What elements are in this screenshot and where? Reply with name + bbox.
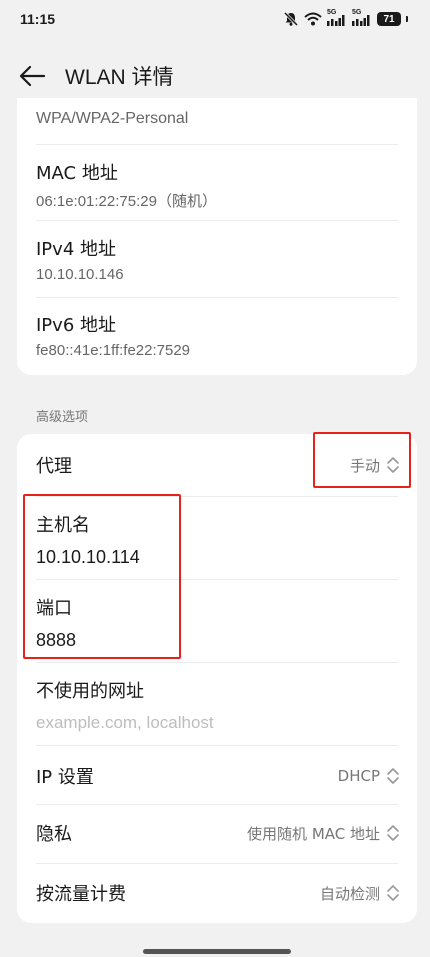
mac-address-label: MAC 地址: [36, 163, 118, 184]
ip-settings-label: IP 设置: [36, 767, 94, 788]
ipv6-address-label: IPv6 地址: [36, 315, 116, 336]
privacy-label: 隐私: [36, 824, 72, 845]
bypass-proxy-label: 不使用的网址: [36, 681, 144, 702]
ipv4-address-item: IPv4 地址 10.10.10.146: [36, 235, 398, 283]
divider: [36, 220, 398, 221]
cellular-signal-2-icon: 5G: [352, 9, 372, 26]
mac-address-item: MAC 地址 06:1e:01:22:75:29（随机）: [36, 159, 398, 211]
security-value: WPA/WPA2-Personal: [36, 110, 189, 127]
advanced-options-header: 高级选项: [36, 410, 89, 425]
ipv6-address-item: IPv6 地址 fe80::41e:1ff:fe22:7529: [36, 311, 398, 359]
up-down-chevron-icon: [387, 825, 399, 841]
proxy-label: 代理: [36, 456, 72, 477]
bypass-proxy-input[interactable]: example.com, localhost: [36, 713, 398, 733]
bypass-proxy-field[interactable]: 不使用的网址 example.com, localhost: [36, 677, 398, 733]
up-down-chevron-icon: [387, 768, 399, 784]
home-indicator[interactable]: [143, 949, 291, 954]
proxy-mode-highlight-box: [313, 432, 411, 488]
divider: [36, 297, 398, 298]
back-arrow-icon: [19, 65, 46, 87]
mute-bell-icon: [283, 11, 299, 27]
metered-label: 按流量计费: [36, 884, 126, 905]
signal-1-label: 5G: [327, 9, 337, 16]
divider: [36, 662, 398, 663]
back-button[interactable]: [12, 56, 52, 96]
ipv6-address-value: fe80::41e:1ff:fe22:7529: [36, 342, 191, 359]
cellular-signal-1-icon: 5G: [327, 9, 347, 26]
network-info-card: WPA/WPA2-Personal MAC 地址 06:1e:01:22:75:…: [17, 98, 417, 375]
ipv4-address-value: 10.10.10.146: [36, 266, 124, 283]
battery-icon: 71: [377, 12, 401, 26]
ip-settings-row[interactable]: IP 设置 DHCP: [36, 745, 400, 807]
signal-2-label: 5G: [352, 9, 362, 16]
metered-selector[interactable]: 自动检测: [320, 883, 400, 904]
hostname-port-highlight-box: [23, 494, 181, 659]
status-icons: 5G 5G 71: [283, 9, 408, 27]
status-time: 11:15: [20, 11, 56, 27]
privacy-value: 使用随机 MAC 地址: [247, 824, 380, 843]
page-title: WLAN 详情: [65, 66, 174, 89]
battery-tip: [406, 16, 408, 22]
ip-settings-value: DHCP: [337, 767, 380, 785]
ipv4-address-label: IPv4 地址: [36, 239, 116, 260]
privacy-row[interactable]: 隐私 使用随机 MAC 地址: [36, 804, 400, 862]
mac-address-value: 06:1e:01:22:75:29（随机）: [36, 193, 217, 210]
ip-settings-selector[interactable]: DHCP: [338, 766, 400, 786]
divider: [36, 144, 398, 145]
status-bar: 11:15 5G 5G 71: [0, 0, 430, 38]
metered-row[interactable]: 按流量计费 自动检测: [36, 863, 400, 923]
metered-value: 自动检测: [319, 884, 380, 903]
app-header: WLAN 详情: [0, 48, 430, 104]
privacy-selector[interactable]: 使用随机 MAC 地址: [247, 823, 400, 844]
wifi-icon: [304, 12, 322, 26]
up-down-chevron-icon: [387, 885, 399, 901]
